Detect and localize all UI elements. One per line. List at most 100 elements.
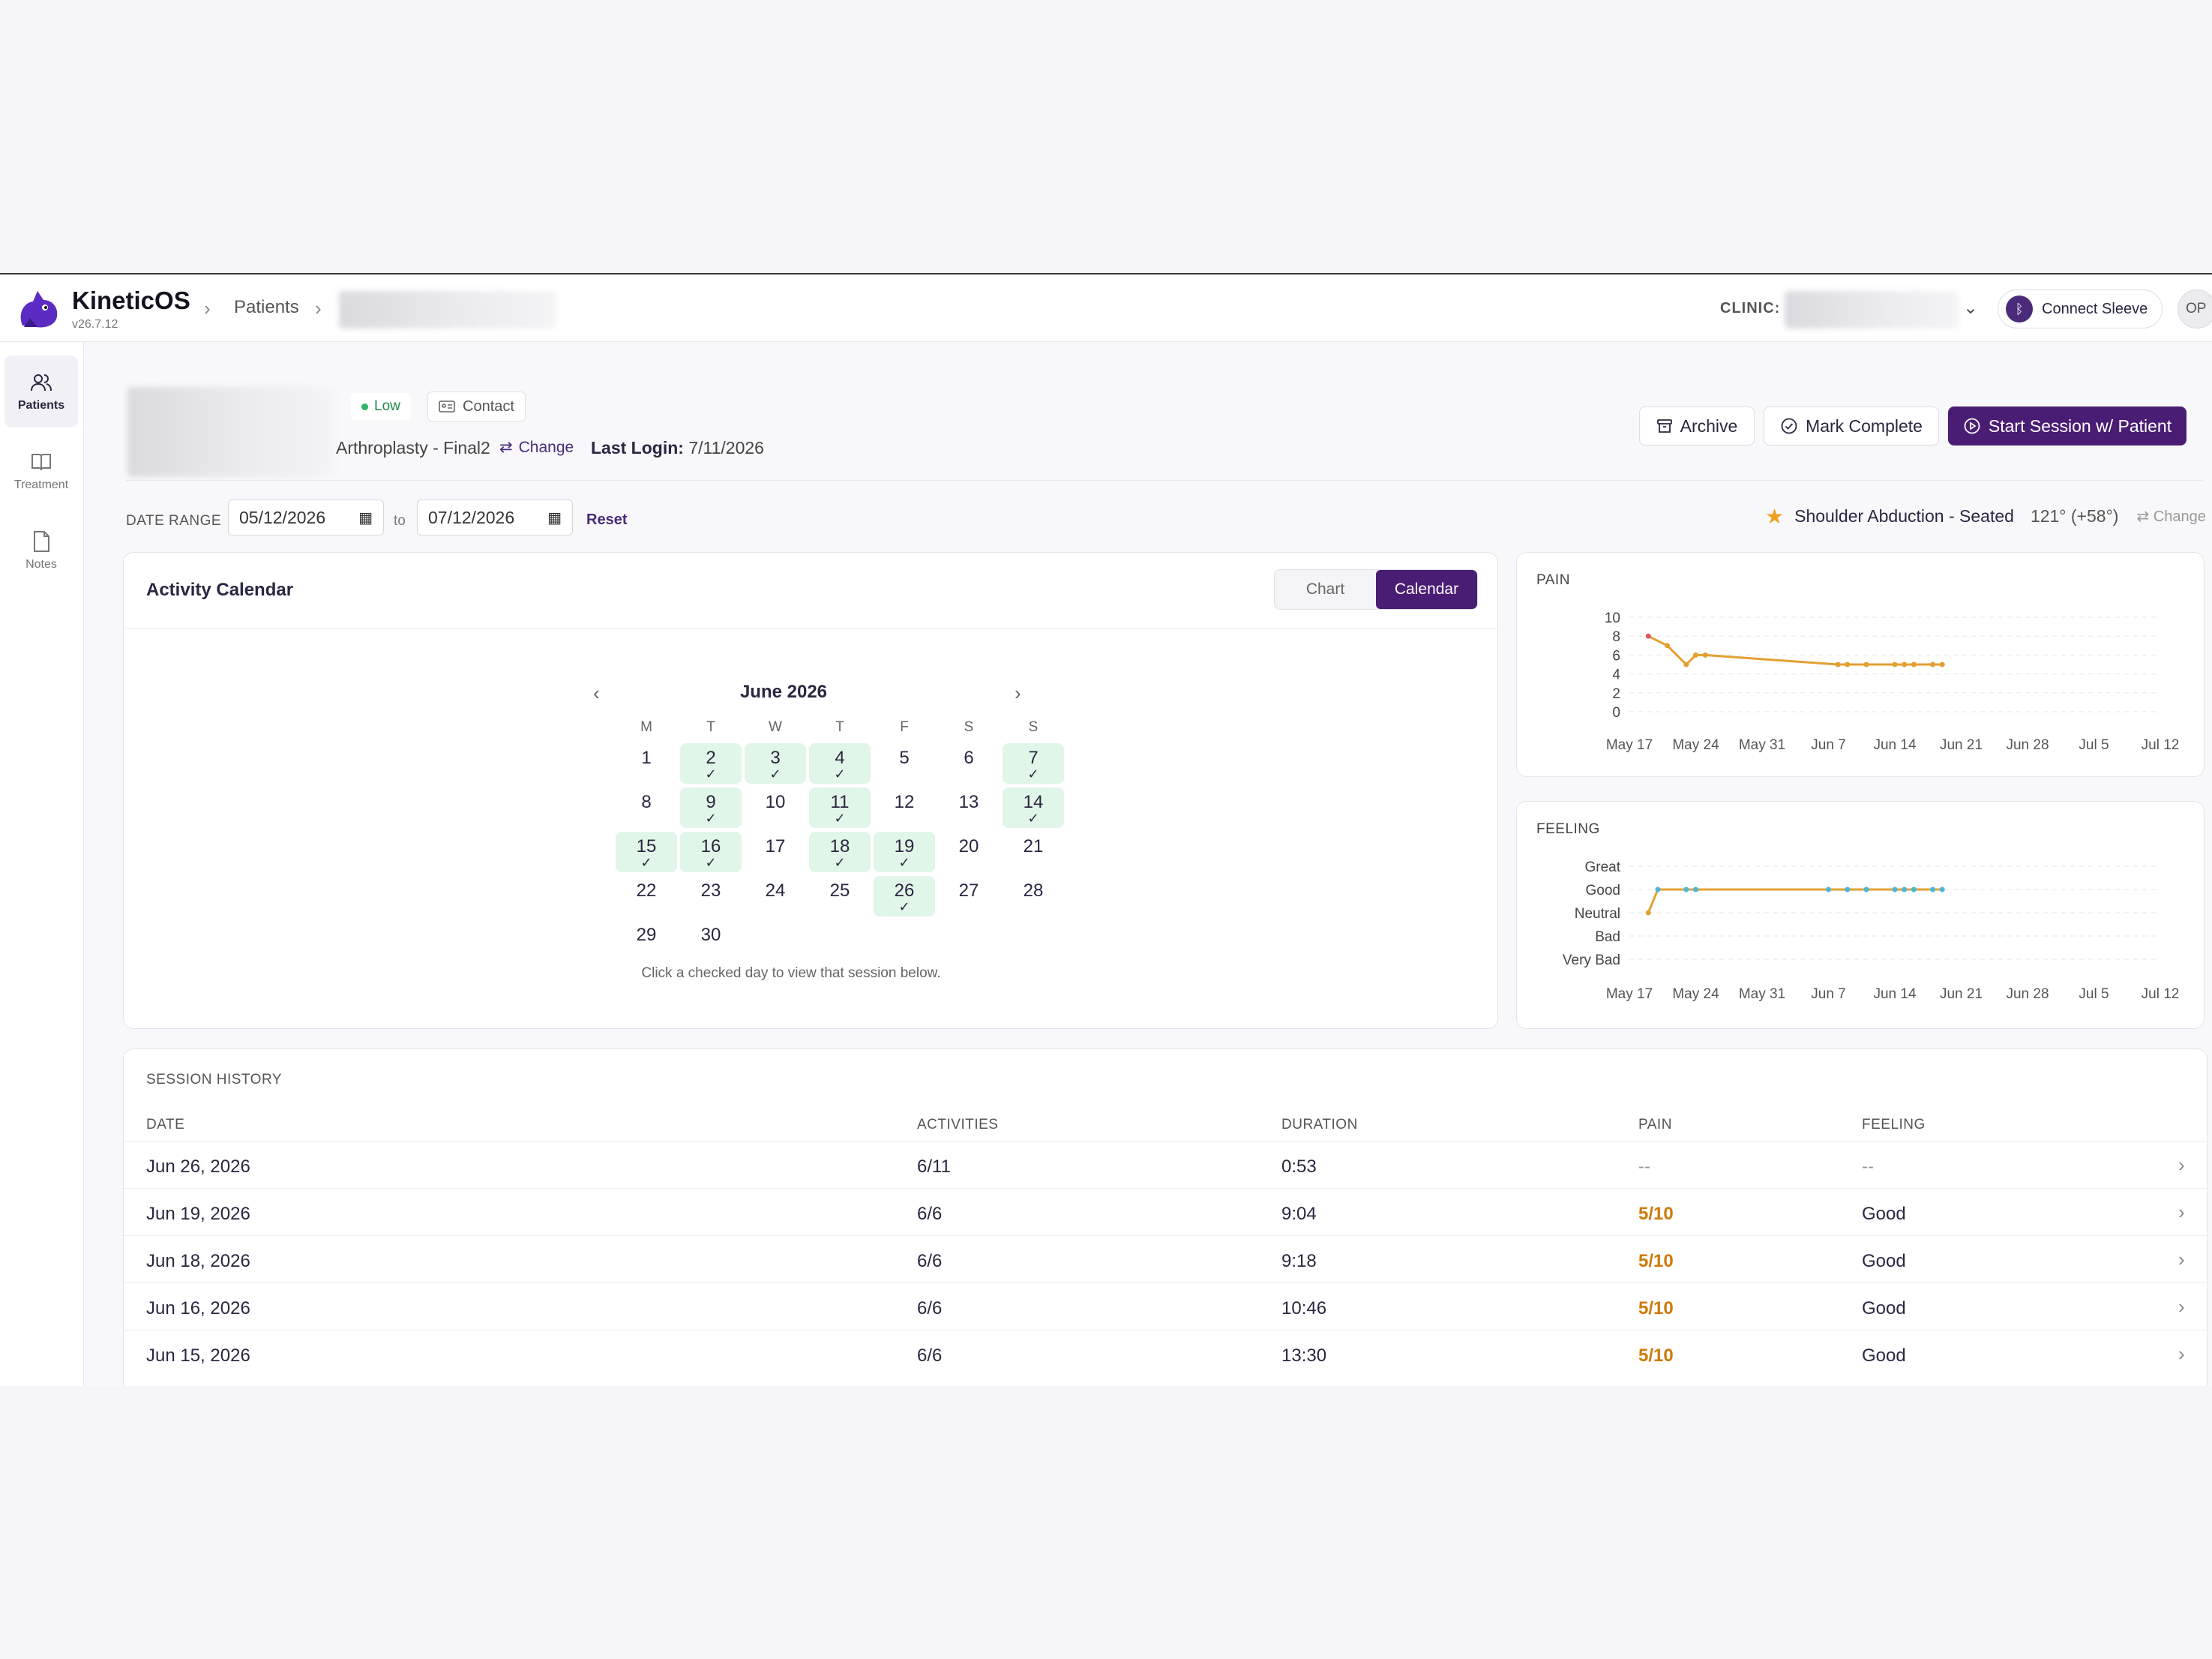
calendar-day-number: 12 — [894, 792, 915, 812]
calendar-day: 17 — [745, 832, 806, 872]
tab-calendar[interactable]: Calendar — [1376, 570, 1477, 609]
sidebar-item-patients[interactable]: Patients — [4, 356, 78, 428]
x-tick-label: May 17 — [1606, 737, 1653, 753]
date-to-input[interactable]: 07/12/2026 ▦ — [417, 500, 573, 536]
last-login-value: 7/11/2026 — [688, 438, 764, 458]
date-range-to-label: to — [394, 513, 406, 529]
y-tick-label: 4 — [1612, 668, 1620, 683]
session-history-card: SESSION HISTORY DATE ACTIVITIES DURATION… — [123, 1048, 2208, 1386]
x-tick-label: Jun 28 — [2006, 986, 2049, 1002]
calendar-day-completed[interactable]: 26 ✓ — [874, 876, 935, 916]
change-activity-link[interactable]: ⇄ Change — [2136, 507, 2205, 526]
calendar-hint: Click a checked day to view that session… — [641, 965, 941, 981]
favorite-activity: ★ Shoulder Abduction - Seated 121° (+58°… — [1765, 504, 2206, 529]
clinic-label: CLINIC: — [1720, 300, 1781, 316]
calendar-day-number: 16 — [700, 836, 721, 856]
calendar-day-completed[interactable]: 18 ✓ — [809, 832, 871, 872]
x-tick-label: Jul 5 — [2079, 986, 2109, 1002]
calendar-day: 22 — [616, 876, 677, 916]
calendar-day-completed[interactable]: 16 ✓ — [680, 832, 742, 872]
weekday-label: T — [706, 719, 715, 735]
calendar-day-number: 26 — [894, 880, 915, 901]
calendar-day-completed[interactable]: 19 ✓ — [874, 832, 935, 872]
session-date: Jun 18, 2026 — [146, 1251, 250, 1271]
patient-name-breadcrumb-redacted[interactable] — [339, 291, 556, 328]
x-tick-label: Jul 12 — [2142, 986, 2180, 1002]
sidebar-item-treatment[interactable]: Treatment — [4, 435, 78, 507]
table-row[interactable]: Jun 26, 2026 6/11 0:53 -- -- › — [124, 1141, 2208, 1189]
calendar-day-number: 11 — [830, 792, 850, 812]
mark-complete-label: Mark Complete — [1806, 416, 1923, 436]
session-feeling: Good — [1862, 1204, 1906, 1224]
calendar-day-number: 10 — [765, 792, 786, 812]
calendar-day-completed[interactable]: 7 ✓ — [1003, 743, 1064, 784]
feeling-data-point — [1939, 886, 1945, 892]
calendar-day-number: 22 — [636, 880, 657, 901]
reset-date-range-link[interactable]: Reset — [586, 512, 627, 529]
logo-icon[interactable] — [15, 285, 63, 333]
calendar-day-completed[interactable]: 4 ✓ — [809, 743, 871, 784]
chevron-down-icon[interactable]: ⌄ — [1963, 297, 1978, 319]
y-tick-label: Very Bad — [1563, 952, 1620, 968]
chevron-right-icon[interactable]: › — [2178, 1201, 2185, 1224]
calendar-day-completed[interactable]: 11 ✓ — [809, 788, 871, 828]
chevron-right-icon[interactable]: › — [2178, 1154, 2185, 1177]
pain-data-point — [1683, 662, 1689, 668]
calendar-day-number: 13 — [958, 792, 979, 812]
table-row[interactable]: Jun 19, 2026 6/6 9:04 5/10 Good › — [124, 1188, 2208, 1236]
calendar-day-number: 29 — [636, 925, 657, 945]
pain-chart-card: PAIN 10 8 6 4 2 0 May 17 May 24 May 31 Jun 7 Jun 1… — [1516, 552, 2205, 777]
check-icon: ✓ — [705, 855, 717, 870]
table-row[interactable]: Jun 15, 2026 6/6 13:30 5/10 Good › — [124, 1330, 2208, 1378]
breadcrumb-chevron-icon: › — [315, 297, 322, 320]
connect-sleeve-button[interactable]: ᛒ Connect Sleeve — [1998, 290, 2163, 328]
prev-month-button[interactable]: ‹ — [593, 682, 600, 705]
top-bar: KineticOS v26.7.12 › Patients › CLINIC: … — [0, 274, 2212, 342]
x-tick-label: Jun 7 — [1811, 737, 1845, 753]
avatar[interactable]: OP — [2178, 290, 2212, 328]
archive-label: Archive — [1680, 416, 1738, 436]
sidebar-item-notes[interactable]: Notes — [4, 514, 78, 586]
calendar-day-number: 19 — [894, 836, 915, 856]
check-icon: ✓ — [834, 855, 846, 870]
calendar-day-completed[interactable]: 3 ✓ — [745, 743, 806, 784]
weekday-label: S — [964, 719, 974, 735]
calendar-day-completed[interactable]: 14 ✓ — [1003, 788, 1064, 828]
x-tick-label: Jun 14 — [1873, 737, 1916, 753]
y-tick-label: 8 — [1612, 629, 1620, 645]
clinic-select-redacted[interactable] — [1785, 291, 1959, 328]
session-date: Jun 16, 2026 — [146, 1298, 250, 1318]
mark-complete-button[interactable]: Mark Complete — [1764, 406, 1939, 446]
app-version: v26.7.12 — [72, 318, 118, 331]
calendar-day-completed[interactable]: 9 ✓ — [680, 788, 742, 828]
session-date: Jun 15, 2026 — [146, 1346, 250, 1366]
next-month-button[interactable]: › — [1015, 682, 1021, 705]
date-from-input[interactable]: 05/12/2026 ▦ — [228, 500, 384, 536]
calendar-day-completed[interactable]: 15 ✓ — [616, 832, 677, 872]
chevron-right-icon[interactable]: › — [2178, 1248, 2185, 1271]
contact-button[interactable]: Contact — [427, 392, 526, 422]
archive-button[interactable]: Archive — [1639, 406, 1755, 446]
start-session-button[interactable]: Start Session w/ Patient — [1948, 406, 2187, 446]
pain-data-point — [1911, 662, 1917, 668]
change-program-link[interactable]: ⇄ Change — [499, 438, 574, 457]
chevron-right-icon[interactable]: › — [2178, 1295, 2185, 1318]
calendar-day: 20 — [938, 832, 1000, 872]
session-feeling: Good — [1862, 1298, 1906, 1318]
calendar-day: 28 — [1003, 876, 1064, 916]
table-row[interactable]: Jun 16, 2026 6/6 10:46 5/10 Good › — [124, 1282, 2208, 1330]
table-row[interactable]: Jun 18, 2026 6/6 9:18 5/10 Good › — [124, 1235, 2208, 1283]
breadcrumb-patients-link[interactable]: Patients — [234, 297, 299, 318]
sidebar-item-label: Treatment — [13, 478, 69, 491]
session-activities: 6/6 — [917, 1204, 943, 1224]
chevron-right-icon[interactable]: › — [2178, 1342, 2185, 1366]
calendar-day-number: 17 — [765, 836, 786, 856]
calendar-day-number: 20 — [958, 836, 979, 856]
y-tick-label: Neutral — [1575, 906, 1620, 922]
app-name: KineticOS — [72, 286, 190, 314]
check-icon: ✓ — [705, 811, 717, 826]
weekday-label: M — [640, 719, 652, 735]
column-header-activities: ACTIVITIES — [917, 1117, 999, 1132]
tab-chart[interactable]: Chart — [1275, 570, 1376, 609]
calendar-day-completed[interactable]: 2 ✓ — [680, 743, 742, 784]
